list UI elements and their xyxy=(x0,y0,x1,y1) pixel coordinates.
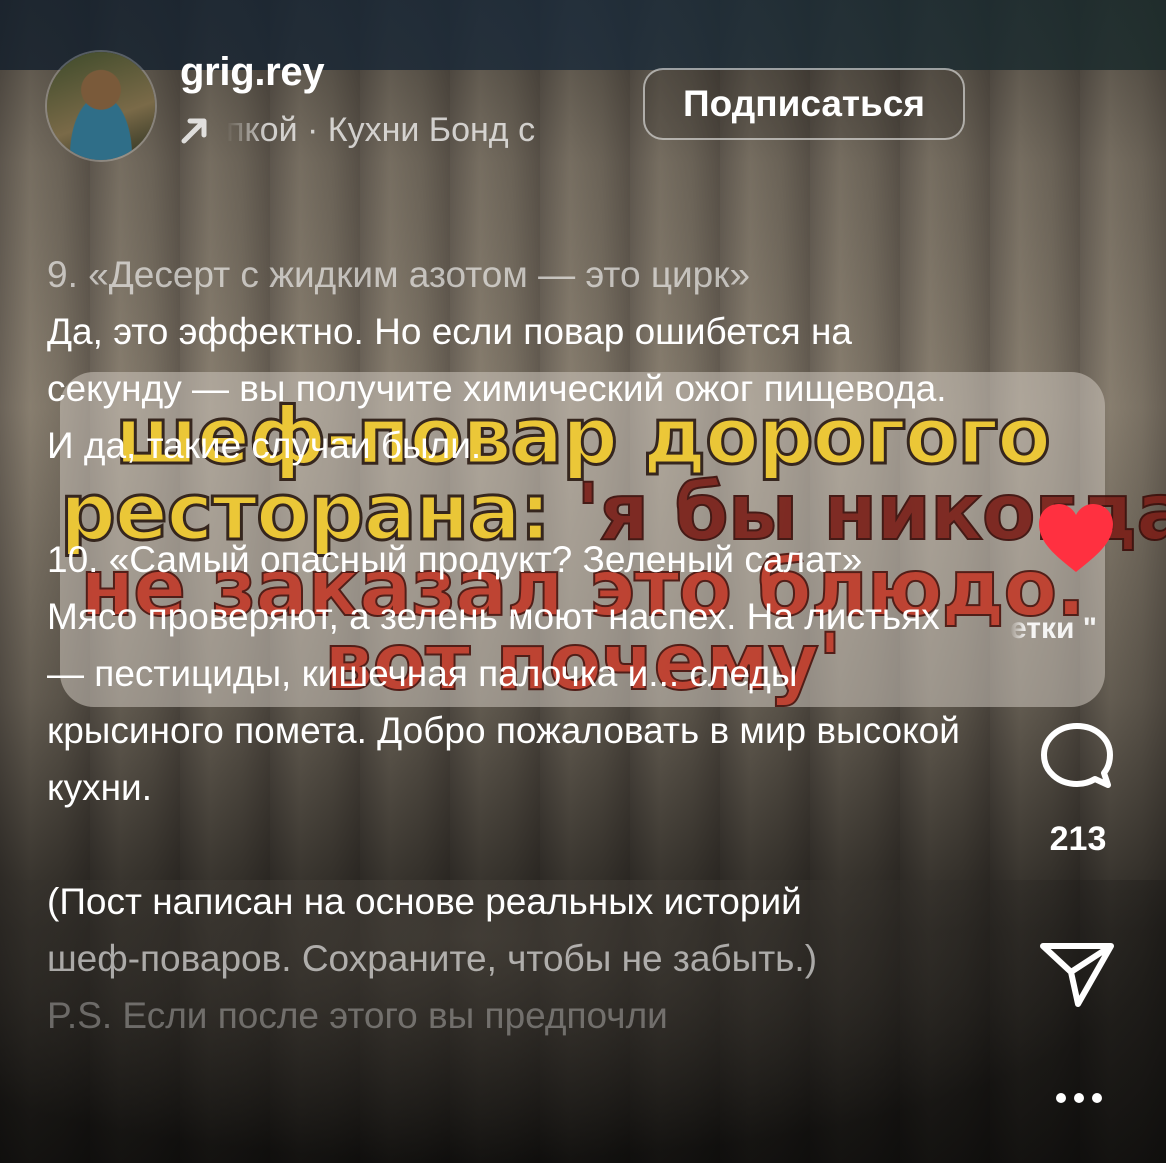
caption-item-body: Да, это эффектно. Но если повар ошибется… xyxy=(47,311,947,466)
music-arrow-icon xyxy=(181,118,207,144)
reel-viewer: шеф-повар дорогого ресторана: 'я бы нико… xyxy=(0,0,1166,1163)
username[interactable]: grig.rey xyxy=(180,50,325,95)
caption-item-title: 9. «Десерт с жидким азотом — это цирк» xyxy=(47,254,751,295)
caption-note: шеф-поваров. Сохраните, чтобы не забыть.… xyxy=(47,938,818,979)
comment-count: 213 xyxy=(1049,820,1107,858)
caption-item-body: Мясо проверяют, а зелень моют наспех. На… xyxy=(47,596,960,808)
avatar[interactable] xyxy=(47,52,155,160)
more-icon[interactable] xyxy=(1056,1093,1102,1103)
side-label: етки " xyxy=(1010,612,1097,645)
heart-icon[interactable] xyxy=(1036,502,1116,576)
subscribe-button[interactable]: Подписаться xyxy=(643,68,965,140)
music-row[interactable]: пкой · Кухни Бонд с xyxy=(178,108,658,152)
caption-ps: P.S. Если после этого вы предпочли xyxy=(47,995,668,1036)
caption-note: (Пост написан на основе реальных историй xyxy=(47,881,802,922)
comment-icon[interactable] xyxy=(1040,722,1114,790)
more-dot xyxy=(1092,1093,1102,1103)
share-icon[interactable] xyxy=(1038,940,1116,1010)
caption-item-title: 10. «Самый опасный продукт? Зеленый сала… xyxy=(47,539,863,580)
post-caption[interactable]: 9. «Десерт с жидким азотом — это цирк» Д… xyxy=(47,246,977,1044)
music-track-text: пкой · Кухни Бонд с xyxy=(226,110,536,149)
more-dot xyxy=(1074,1093,1084,1103)
more-dot xyxy=(1056,1093,1066,1103)
